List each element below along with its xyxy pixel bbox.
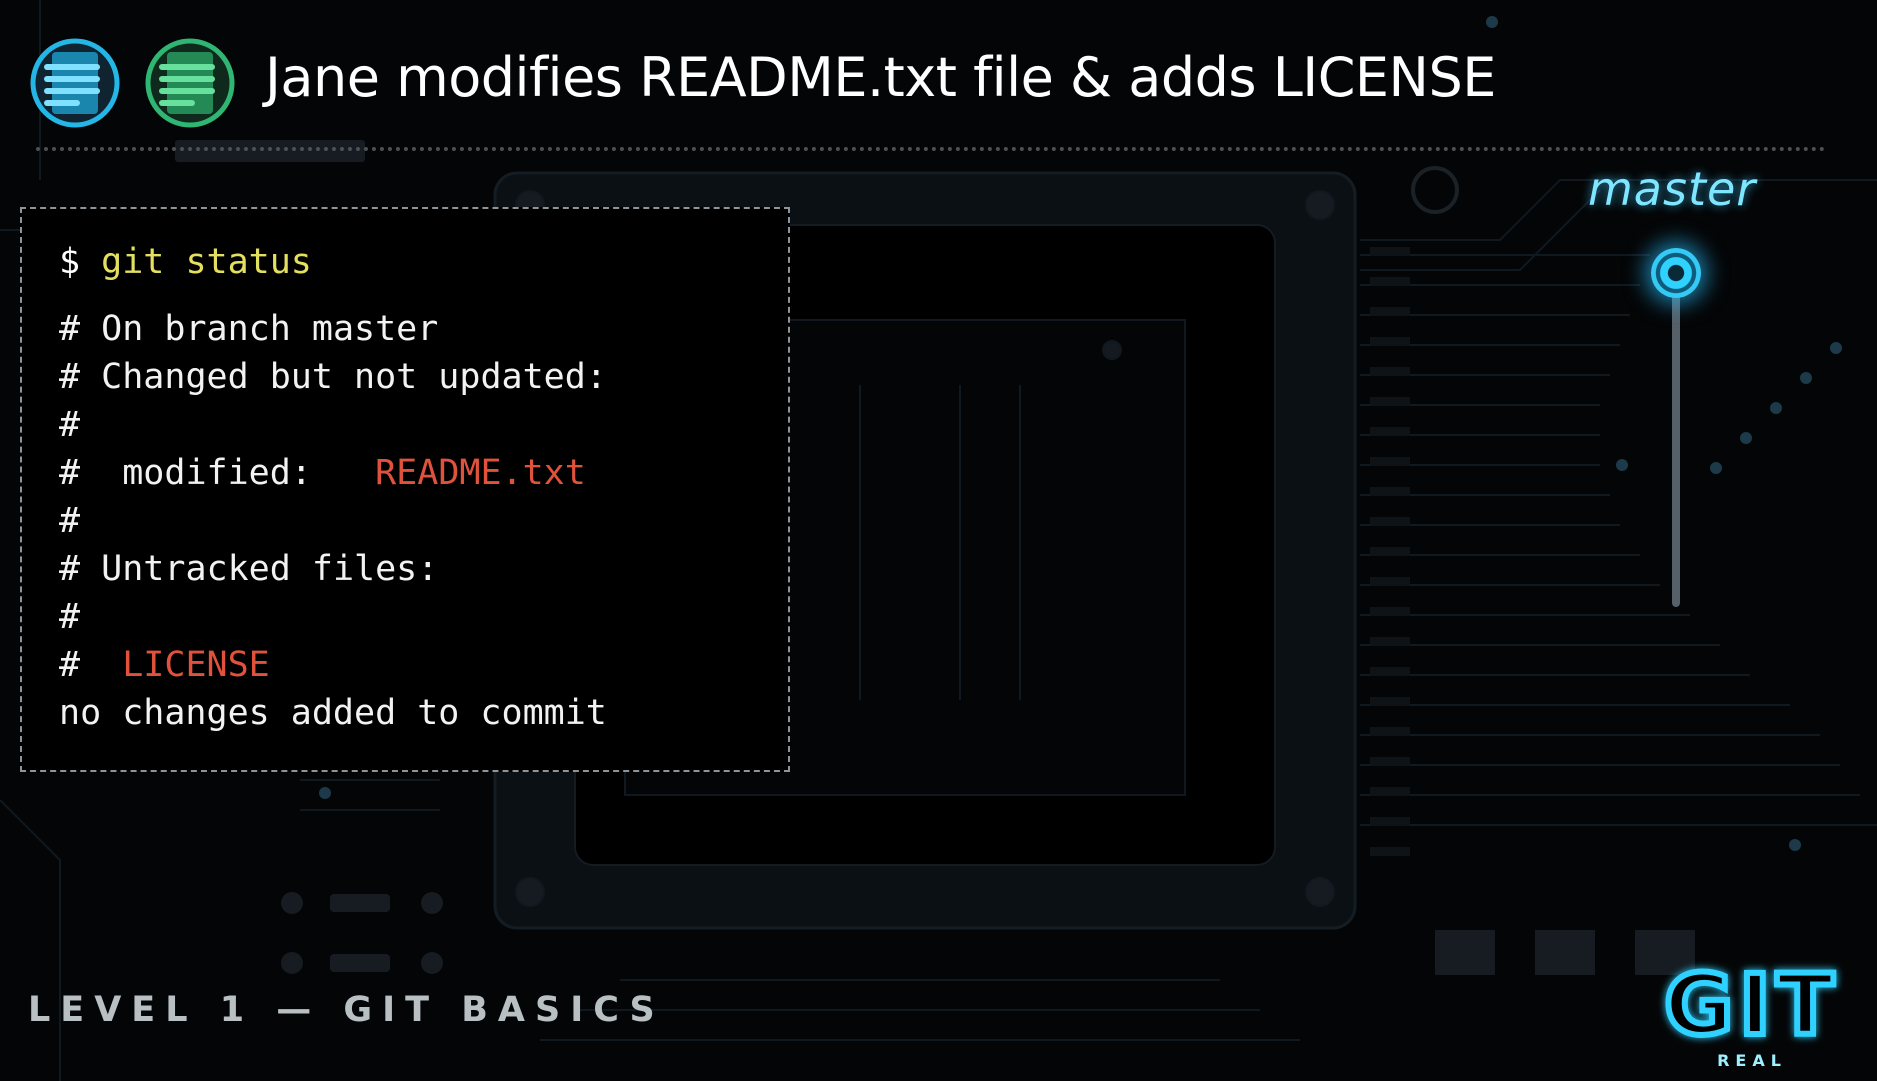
modified-file-line: # modified: README.txt — [59, 453, 586, 493]
untracked-filename: LICENSE — [122, 645, 270, 685]
level-caption: LEVEL 1 — GIT BASICS — [28, 990, 665, 1030]
output-line: no changes added to commit — [59, 693, 607, 733]
git-real-logo: GIT REAL — [1661, 953, 1840, 1070]
branch-line — [1672, 290, 1680, 607]
logo-sub-text: REAL — [1717, 1051, 1787, 1070]
output-line: # On branch master — [59, 309, 439, 349]
modified-label: modified: — [122, 453, 312, 493]
terminal-panel: $ git status # On branch master # Change… — [20, 207, 790, 772]
output-line: # — [59, 405, 81, 445]
command-line: $ git status — [59, 242, 312, 282]
shell-prompt: $ — [59, 242, 81, 282]
title-divider — [36, 147, 1826, 151]
logo-main-text: GIT — [1664, 956, 1840, 1054]
new-file-icon — [145, 38, 235, 128]
output-line: # — [59, 597, 81, 637]
commit-node — [1651, 248, 1701, 298]
untracked-file-line: # LICENSE — [59, 645, 270, 685]
modified-file-icon — [30, 38, 120, 128]
slide-title: Jane modifies README.txt file & adds LIC… — [265, 46, 1496, 109]
modified-filename: README.txt — [375, 453, 586, 493]
branch-label: master — [1588, 162, 1757, 216]
git-command: git status — [101, 242, 312, 282]
output-line: # — [59, 501, 81, 541]
output-line: # Untracked files: — [59, 549, 439, 589]
output-line: # Changed but not updated: — [59, 357, 607, 397]
